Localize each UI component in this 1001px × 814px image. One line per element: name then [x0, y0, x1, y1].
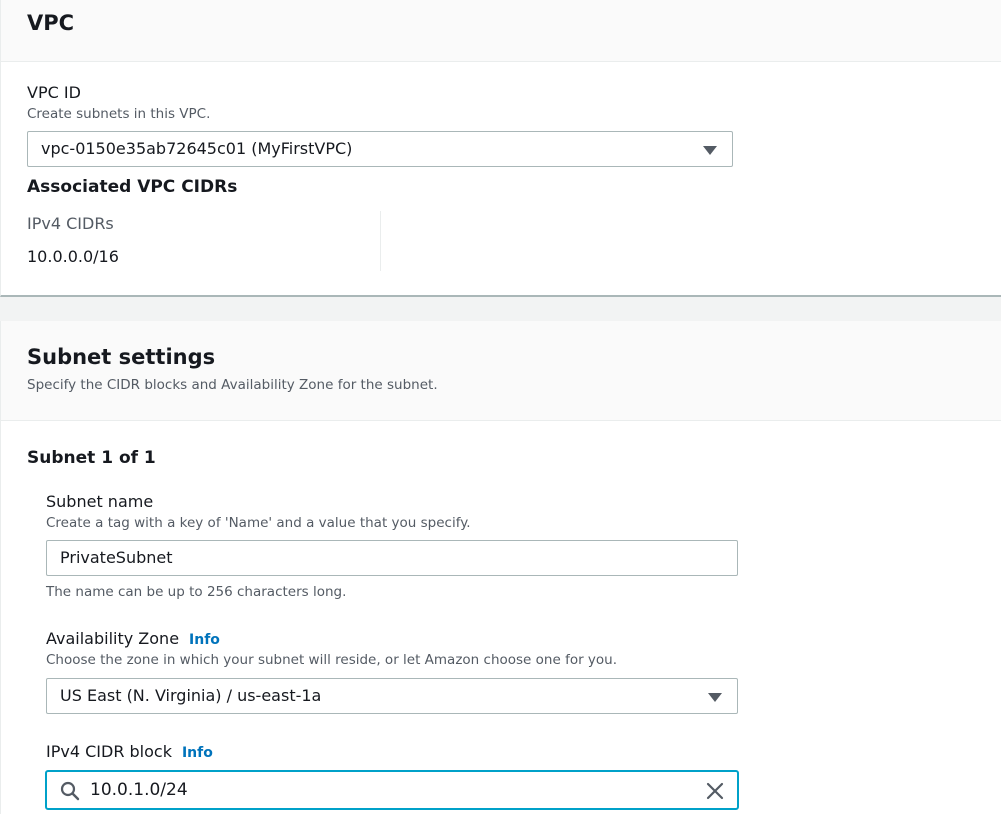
subnet-name-value: PrivateSubnet: [60, 548, 173, 567]
ipv4-cidr-block-value: 10.0.1.0/24: [90, 780, 188, 800]
ipv4-cidrs-label: IPv4 CIDRs: [27, 214, 114, 233]
caret-down-icon: [708, 693, 722, 702]
availability-zone-description: Choose the zone in which your subnet wil…: [46, 652, 618, 668]
vpc-panel-title: VPC: [27, 11, 75, 35]
vpc-id-label: VPC ID: [27, 83, 81, 102]
ipv4-cidrs-value: 10.0.0.0/16: [27, 247, 119, 266]
subnet-name-constraint: The name can be up to 256 characters lon…: [46, 584, 347, 600]
search-icon: [60, 781, 80, 801]
subnet-settings-header: Subnet settings Specify the CIDR blocks …: [1, 321, 1001, 421]
subnet-settings-subtitle: Specify the CIDR blocks and Availability…: [27, 377, 438, 393]
vpc-panel: VPC VPC ID Create subnets in this VPC. v…: [0, 0, 1001, 297]
subnet-settings-title: Subnet settings: [27, 345, 216, 369]
vpc-panel-header: VPC: [1, 0, 1001, 62]
availability-zone-label-row: Availability Zone Info: [46, 629, 220, 648]
vpc-id-select[interactable]: vpc-0150e35ab72645c01 (MyFirstVPC): [27, 131, 733, 167]
subnet-counter: Subnet 1 of 1: [27, 448, 156, 468]
close-icon[interactable]: [705, 781, 725, 801]
subnet-name-description: Create a tag with a key of 'Name' and a …: [46, 515, 471, 531]
ipv4-cidr-block-info-link[interactable]: Info: [182, 745, 213, 761]
create-subnet-page: VPC VPC ID Create subnets in this VPC. v…: [0, 0, 1001, 814]
column-divider: [380, 211, 381, 271]
availability-zone-info-link[interactable]: Info: [189, 632, 220, 648]
caret-down-icon: [703, 146, 717, 155]
subnet-settings-panel: Subnet settings Specify the CIDR blocks …: [0, 321, 1001, 814]
associated-vpc-cidrs-heading: Associated VPC CIDRs: [27, 177, 238, 197]
vpc-id-description: Create subnets in this VPC.: [27, 106, 211, 122]
ipv4-cidr-block-input[interactable]: 10.0.1.0/24: [45, 770, 739, 810]
availability-zone-selected-value: US East (N. Virginia) / us-east-1a: [60, 686, 322, 705]
ipv4-cidr-block-label: IPv4 CIDR block: [46, 742, 172, 761]
subnet-name-label: Subnet name: [46, 492, 154, 511]
ipv4-cidr-block-label-row: IPv4 CIDR block Info: [46, 742, 213, 761]
availability-zone-select[interactable]: US East (N. Virginia) / us-east-1a: [46, 678, 738, 714]
vpc-id-selected-value: vpc-0150e35ab72645c01 (MyFirstVPC): [41, 139, 353, 158]
availability-zone-label: Availability Zone: [46, 629, 180, 648]
subnet-name-input[interactable]: PrivateSubnet: [46, 540, 738, 576]
